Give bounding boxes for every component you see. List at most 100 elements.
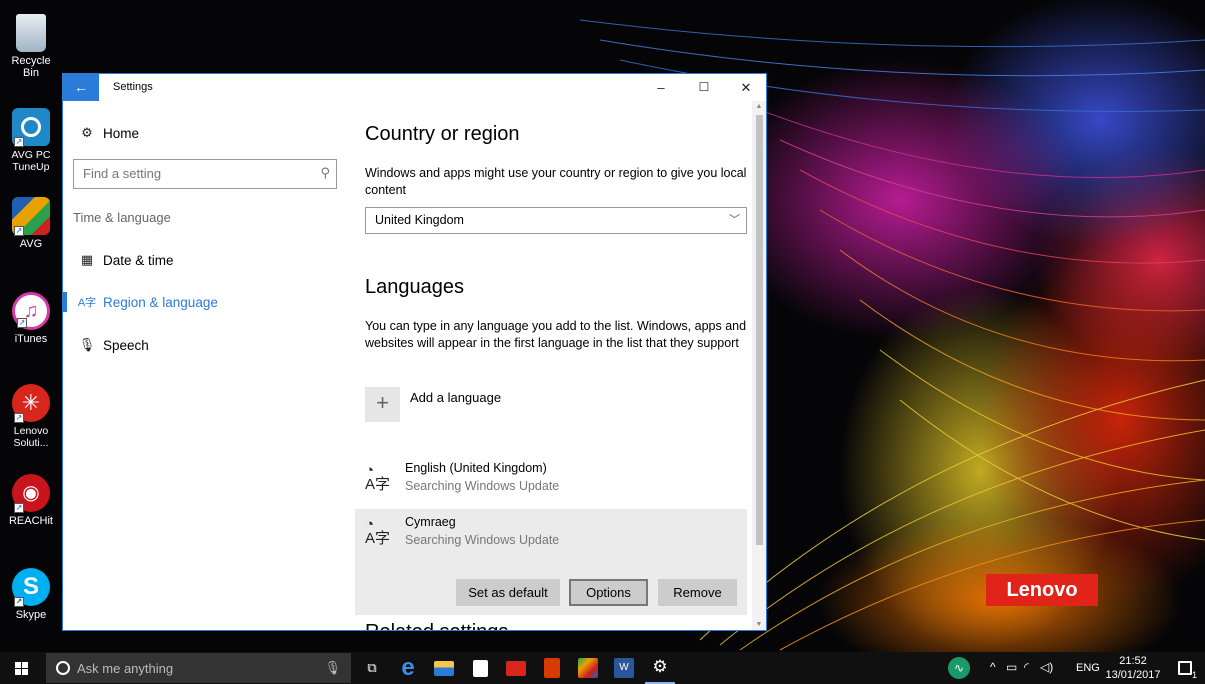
desktop-icon-label: iTunes [14,333,48,345]
desktop-icon-avg-tuneup[interactable]: ↗ AVG PC TuneUp [2,108,60,173]
task-view-icon[interactable]: ⧉ [357,652,387,684]
sidebar-item-label: Date & time [103,252,174,268]
clock[interactable]: 21:52 13/01/2017 [1105,654,1161,682]
wifi-icon[interactable]: ◜ [1024,660,1029,674]
sidebar-item-label: Speech [103,337,149,353]
related-settings-heading: Related settings [365,621,508,630]
country-dropdown[interactable]: United Kingdom ﹀ [365,207,747,234]
settings-gear-icon[interactable]: ⚙ [645,652,675,684]
photos-icon[interactable] [573,652,603,684]
languages-description: You can type in any language you add to … [365,319,747,350]
calendar-clock-icon: ▦ [80,252,94,267]
set-as-default-button[interactable]: Set as default [456,579,560,606]
close-button[interactable]: ✕ [725,74,766,101]
desktop-icon-label: AVG PC TuneUp [11,149,51,173]
add-language-button[interactable]: + Add a language [365,387,501,425]
notification-count: 1 [1191,670,1197,680]
settings-sidebar: ⚙ Home ⚲ Time & language ▦ Date & time A… [63,101,353,630]
remove-button[interactable]: Remove [658,579,737,606]
search-icon[interactable]: ⚲ [320,165,330,181]
active-indicator [63,292,67,312]
desktop-icon-label: Recycle Bin [11,55,51,79]
country-heading: Country or region [365,123,520,145]
language-item-english[interactable]: ◔ A字 English (United Kingdom) Searching W… [355,455,747,507]
recycle-bin-icon [16,14,46,52]
language-name: Cymraeg [405,515,456,529]
language-icon: ◔ A字 [365,516,391,547]
gear-icon: ⚙ [81,125,93,140]
plus-icon: + [365,387,400,422]
desktop-icon-avg[interactable]: ↗ AVG [2,197,60,250]
sidebar-item-home[interactable]: ⚙ Home [73,118,139,148]
taskbar-search-input[interactable] [77,660,307,676]
find-setting-search[interactable]: ⚲ [73,159,337,189]
settings-window: ← Settings – ☐ ✕ ⚙ Home ⚲ Time & languag… [62,73,767,631]
cortana-search-box[interactable]: 🎙 [46,653,351,683]
clock-time: 21:52 [1119,655,1147,667]
microphone-icon[interactable]: 🎙 [324,660,341,676]
desktop-icon-skype[interactable]: S ↗ Skype [2,568,60,621]
language-name: English (United Kingdom) [405,461,547,475]
section-label: Time & language [73,210,171,225]
language-icon: ◔ A字 [365,462,391,493]
avg-icon: ↗ [12,197,50,236]
region-language-icon: A字 [77,297,97,309]
sidebar-item-label: Region & language [103,294,218,310]
reachit-icon: ◉ ↗ [12,474,50,513]
sidebar-item-region-language[interactable]: A字 Region & language [73,287,218,317]
store-icon[interactable] [465,652,495,684]
avg-tuneup-icon: ↗ [12,108,50,147]
language-status: Searching Windows Update [405,479,560,493]
scroll-up-icon[interactable]: ▲ [752,101,766,113]
mail-icon[interactable] [501,652,531,684]
window-title: Settings [113,81,153,93]
input-language-indicator[interactable]: ENG [1076,662,1100,674]
health-monitor-icon[interactable]: ∿ [944,652,974,684]
add-language-label: Add a language [410,390,502,405]
minimize-button[interactable]: – [640,74,682,101]
maximize-button[interactable]: ☐ [683,74,725,101]
chevron-down-icon: ﹀ [729,214,740,226]
sidebar-item-label: Home [103,125,140,141]
action-center-icon[interactable]: 1 [1170,652,1200,684]
back-arrow-icon: ← [74,79,88,95]
taskbar: 🎙 ⧉ e W ⚙ ∿ ^ ▭ ◜ ◁) ENG 21:52 13/01/201… [0,652,1205,684]
settings-content: Country or region Windows and apps might… [355,101,750,630]
lenovo-solutions-icon: ✳ ↗ [12,384,50,423]
desktop-icon-label: REACHit [8,515,53,527]
language-item-cymraeg[interactable]: ◔ A字 Cymraeg Searching Windows Update Set… [355,509,747,615]
microphone-icon: 🎙 [78,337,96,352]
back-button[interactable]: ← [63,74,99,101]
office-icon[interactable] [537,652,567,684]
desktop-icon-label: Lenovo Soluti... [13,425,49,449]
options-button[interactable]: Options [569,579,648,606]
search-input[interactable] [74,160,294,187]
desktop-icon-label: AVG [19,238,43,250]
itunes-icon: ♫ ↗ [12,292,50,330]
lenovo-logo: Lenovo [986,574,1098,606]
clock-date: 13/01/2017 [1105,669,1161,681]
battery-icon[interactable]: ▭ [1006,660,1017,674]
title-bar: ← Settings – ☐ ✕ [63,74,766,101]
scroll-thumb[interactable] [756,115,763,545]
windows-logo-icon [14,661,28,675]
desktop-icon-itunes[interactable]: ♫ ↗ iTunes [2,292,60,345]
sidebar-item-speech[interactable]: 🎙 Speech [73,330,149,360]
country-value: United Kingdom [375,213,464,227]
file-explorer-icon[interactable] [429,652,459,684]
desktop-icon-lenovo-solutions[interactable]: ✳ ↗ Lenovo Soluti... [2,384,60,449]
desktop-icon-recycle-bin[interactable]: Recycle Bin [2,14,60,79]
edge-icon[interactable]: e [393,652,423,684]
word-icon[interactable]: W [609,652,639,684]
volume-icon[interactable]: ◁) [1040,660,1053,674]
sidebar-item-date-time[interactable]: ▦ Date & time [73,245,174,275]
start-button[interactable] [0,652,42,684]
scrollbar[interactable]: ▲ ▼ [752,101,766,630]
cortana-icon [56,661,70,675]
scroll-down-icon[interactable]: ▼ [752,619,766,630]
desktop-icon-reachit[interactable]: ◉ ↗ REACHit [2,474,60,527]
language-status: Searching Windows Update [405,533,560,547]
country-description: Windows and apps might use your country … [365,166,747,197]
chevron-up-icon[interactable]: ^ [990,660,996,674]
skype-icon: S ↗ [12,568,50,607]
